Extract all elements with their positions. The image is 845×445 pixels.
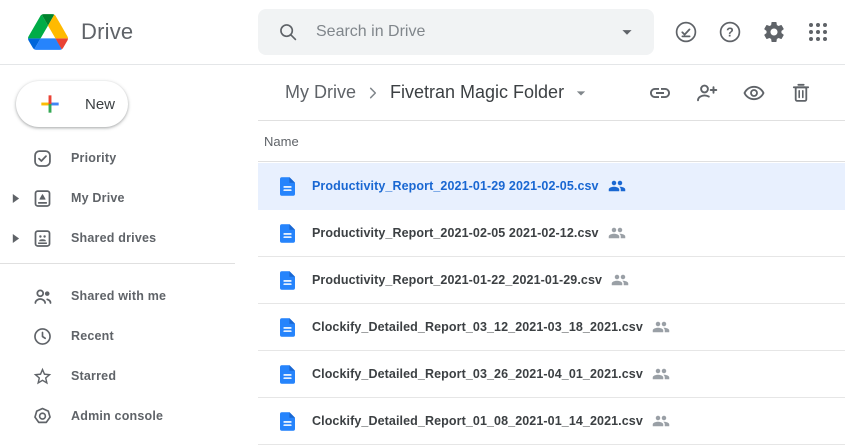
recent-icon	[32, 326, 53, 347]
csv-file-icon	[280, 177, 295, 196]
preview-eye-icon[interactable]	[742, 81, 766, 105]
selection-toolbar	[648, 81, 813, 105]
file-row[interactable]: Clockify_Detailed_Report_03_12_2021-03_1…	[258, 304, 845, 351]
shared-people-icon	[608, 177, 626, 195]
app-title: Drive	[81, 19, 133, 45]
get-link-icon[interactable]	[648, 81, 672, 105]
file-row[interactable]: Clockify_Detailed_Report_03_26_2021-04_0…	[258, 351, 845, 398]
file-name: Clockify_Detailed_Report_03_26_2021-04_0…	[312, 367, 643, 381]
column-header-name[interactable]: Name	[258, 121, 845, 162]
my-drive-icon	[32, 188, 53, 209]
sidebar-item-label: Priority	[71, 151, 116, 165]
file-row[interactable]: Productivity_Report_2021-02-05 2021-02-1…	[258, 210, 845, 257]
share-person-add-icon[interactable]	[695, 81, 719, 105]
sidebar-item-label: Admin console	[71, 409, 163, 423]
expand-arrow-icon[interactable]	[0, 194, 24, 203]
sidebar-item-recent[interactable]: Recent	[0, 316, 258, 356]
csv-file-icon	[280, 224, 295, 243]
sidebar-item-label: Shared drives	[71, 231, 156, 245]
chevron-right-icon	[363, 83, 383, 103]
priority-icon	[32, 148, 53, 169]
file-name: Clockify_Detailed_Report_03_12_2021-03_1…	[312, 320, 643, 334]
delete-trash-icon[interactable]	[789, 81, 813, 105]
sidebar-item-priority[interactable]: Priority	[0, 138, 258, 178]
search-options-caret-icon[interactable]	[616, 21, 638, 43]
file-name: Productivity_Report_2021-01-29 2021-02-0…	[312, 179, 599, 193]
help-icon[interactable]: ?	[718, 20, 742, 44]
starred-icon	[32, 366, 53, 387]
sidebar-item-label: Shared with me	[71, 289, 166, 303]
sidebar: New Priority	[0, 65, 258, 439]
multicolor-plus-icon	[37, 91, 63, 117]
settings-gear-icon[interactable]	[762, 20, 786, 44]
shared-people-icon	[608, 224, 626, 242]
new-button-label: New	[85, 96, 115, 113]
file-row[interactable]: Productivity_Report_2021-01-22_2021-01-2…	[258, 257, 845, 304]
file-row[interactable]: Productivity_Report_2021-01-29 2021-02-0…	[258, 163, 845, 210]
sidebar-item-label: Recent	[71, 329, 114, 343]
shared-drives-icon	[32, 228, 53, 249]
csv-file-icon	[280, 271, 295, 290]
shared-people-icon	[652, 365, 670, 383]
svg-text:?: ?	[726, 25, 734, 39]
sidebar-divider	[0, 263, 235, 264]
file-list: Productivity_Report_2021-01-29 2021-02-0…	[258, 163, 845, 445]
sidebar-item-label: Starred	[71, 369, 116, 383]
drive-logo-area[interactable]: Drive	[28, 0, 133, 64]
shared-with-me-icon	[32, 286, 53, 307]
search-bar[interactable]	[258, 9, 654, 55]
breadcrumb: My Drive Fivetran Magic Folder	[258, 65, 845, 121]
sidebar-nav: Priority My Drive	[0, 138, 258, 436]
new-button[interactable]: New	[16, 81, 128, 127]
sidebar-item-admin-console[interactable]: Admin console	[0, 396, 258, 436]
admin-console-icon	[32, 406, 53, 427]
search-icon	[277, 21, 299, 43]
file-name: Clockify_Detailed_Report_01_08_2021-01_1…	[312, 414, 643, 428]
sidebar-item-starred[interactable]: Starred	[0, 356, 258, 396]
shared-people-icon	[652, 412, 670, 430]
folder-menu-caret-icon[interactable]	[571, 83, 591, 103]
name-column-label: Name	[264, 134, 299, 149]
sidebar-item-label: My Drive	[71, 191, 125, 205]
sidebar-nav-secondary: Shared with me Recent	[0, 276, 258, 436]
google-drive-logo-icon	[28, 14, 68, 50]
csv-file-icon	[280, 365, 295, 384]
topbar-icons: ?	[674, 0, 830, 64]
csv-file-icon	[280, 412, 295, 431]
expand-arrow-icon[interactable]	[0, 234, 24, 243]
apps-grid-icon[interactable]	[806, 20, 830, 44]
breadcrumb-current-folder[interactable]: Fivetran Magic Folder	[390, 82, 564, 103]
sidebar-item-shared-with-me[interactable]: Shared with me	[0, 276, 258, 316]
shared-people-icon	[611, 271, 629, 289]
sidebar-item-my-drive[interactable]: My Drive	[0, 178, 258, 218]
breadcrumb-parent[interactable]: My Drive	[285, 82, 356, 103]
csv-file-icon	[280, 318, 295, 337]
sidebar-item-shared-drives[interactable]: Shared drives	[0, 218, 258, 258]
topbar: Drive ?	[0, 0, 845, 65]
file-name: Productivity_Report_2021-02-05 2021-02-1…	[312, 226, 599, 240]
file-name: Productivity_Report_2021-01-22_2021-01-2…	[312, 273, 602, 287]
search-input[interactable]	[314, 22, 616, 42]
offline-status-icon[interactable]	[674, 20, 698, 44]
file-row[interactable]: Clockify_Detailed_Report_01_08_2021-01_1…	[258, 398, 845, 445]
shared-people-icon	[652, 318, 670, 336]
